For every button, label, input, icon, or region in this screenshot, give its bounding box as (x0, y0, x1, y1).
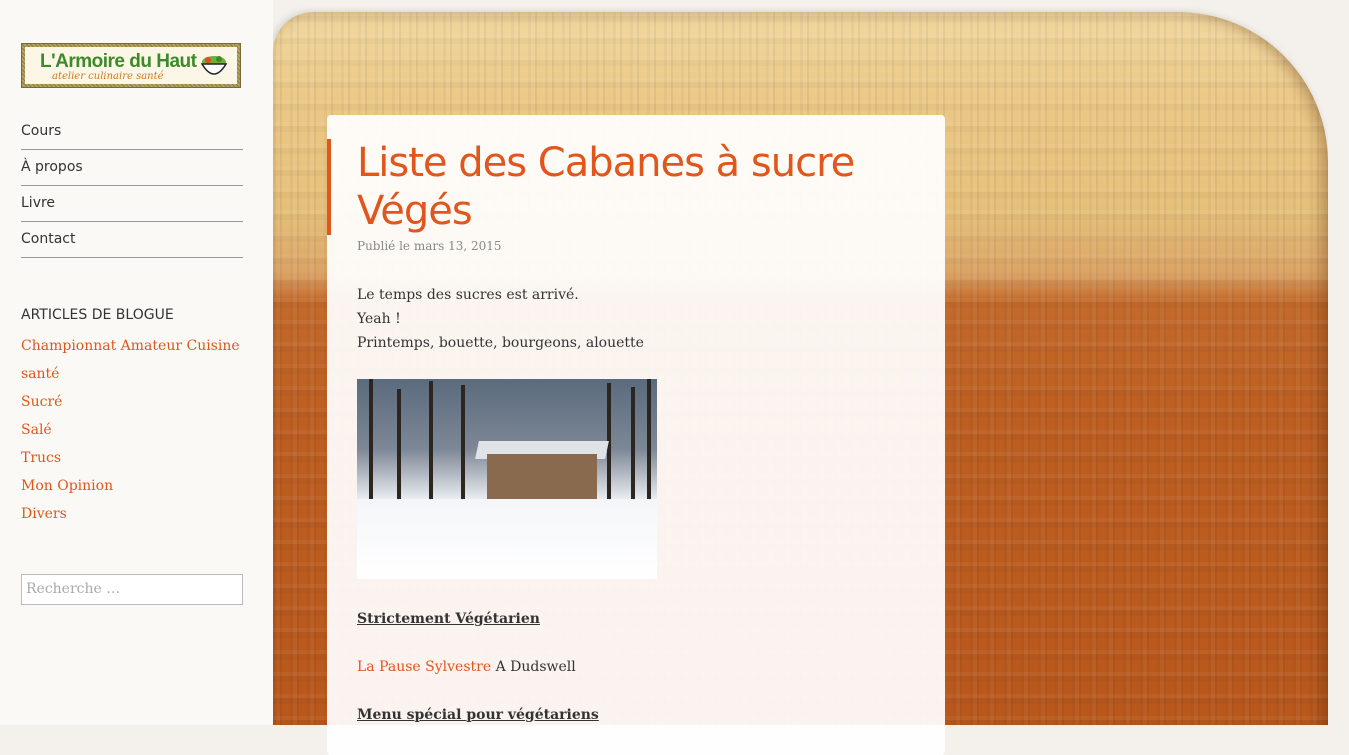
category-link-sucre[interactable]: Sucré (21, 388, 243, 416)
title-accent-bar (327, 139, 331, 235)
category-link-mon-opinion[interactable]: Mon Opinion (21, 472, 243, 500)
nav-item-a-propos[interactable]: À propos (21, 150, 243, 186)
shack-location: A Dudswell (491, 659, 576, 675)
logo-panel: L'Armoire du Haut atelier culinaire sant… (25, 47, 237, 84)
category-link-championnat[interactable]: Championnat Amateur Cuisine (21, 332, 243, 360)
category-link-sale[interactable]: Salé (21, 416, 243, 444)
nav-item-livre[interactable]: Livre (21, 186, 243, 222)
post-date: Publié le mars 13, 2015 (357, 239, 502, 253)
nav-item-cours[interactable]: Cours (21, 114, 243, 150)
sidebar: L'Armoire du Haut atelier culinaire sant… (0, 0, 273, 725)
logo-subtitle: atelier culinaire santé (52, 71, 164, 82)
logo-title: L'Armoire du Haut (40, 51, 197, 72)
blog-post: Liste des Cabanes à sucre Végés Publié l… (327, 115, 945, 755)
board-edge (1328, 0, 1349, 725)
category-link-trucs[interactable]: Trucs (21, 444, 243, 472)
category-link-divers[interactable]: Divers (21, 500, 243, 528)
search-input[interactable]: Recherche … (21, 574, 243, 605)
main-navigation: Cours À propos Livre Contact (21, 114, 243, 258)
post-intro: Le temps des sucres est arrivé. Yeah ! P… (357, 283, 917, 355)
intro-line-1: Le temps des sucres est arrivé. (357, 287, 579, 303)
site-logo[interactable]: L'Armoire du Haut atelier culinaire sant… (21, 43, 241, 88)
post-title: Liste des Cabanes à sucre Végés (357, 140, 855, 234)
blog-widget-title: ARTICLES DE BLOGUE (21, 307, 174, 323)
sugar-shack-photo (357, 379, 657, 579)
link-la-pause-sylvestre[interactable]: La Pause Sylvestre (357, 659, 491, 675)
blog-category-list: Championnat Amateur Cuisine santé Sucré … (21, 332, 243, 528)
category-link-sante[interactable]: santé (21, 360, 243, 388)
shack-line-1: La Pause Sylvestre A Dudswell (357, 659, 576, 675)
section-heading-menu-special: Menu spécial pour végétariens (357, 707, 599, 723)
salad-bowl-icon (200, 56, 228, 75)
intro-line-2: Yeah ! (357, 311, 401, 327)
intro-line-3: Printemps, bouette, bourgeons, alouette (357, 335, 644, 351)
nav-item-contact[interactable]: Contact (21, 222, 243, 258)
section-heading-vegetarien: Strictement Végétarien (357, 611, 540, 627)
